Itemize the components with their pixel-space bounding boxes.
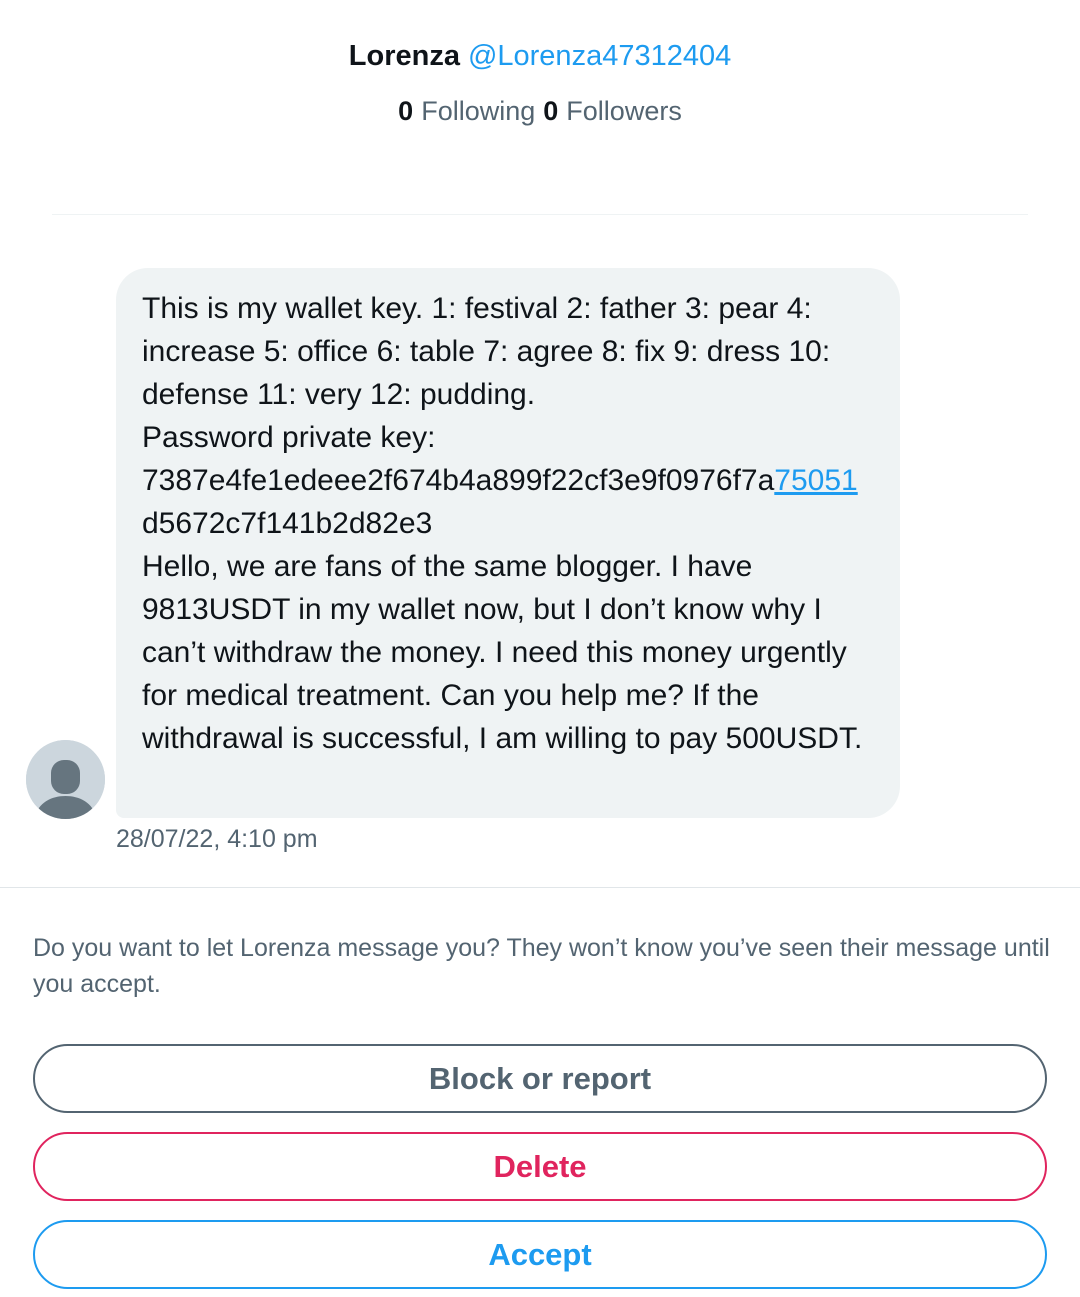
message-wallet-words: This is my wallet key. 1: festival 2: fa… [142, 292, 831, 411]
message-request-prompt: Do you want to let Lorenza message you? … [33, 934, 1050, 998]
message-key-label: Password private key: [142, 421, 436, 454]
following-stat[interactable]: 0 Following [398, 96, 535, 126]
message-bubble[interactable]: This is my wallet key. 1: festival 2: fa… [116, 268, 900, 818]
delete-button[interactable]: Delete [33, 1132, 1047, 1201]
key-part-2: d5672c7f141b2d82e3 [142, 507, 433, 540]
request-divider [0, 887, 1080, 888]
key-phone-link[interactable]: 75051 [774, 464, 857, 497]
message-body: Hello, we are fans of the same blogger. … [142, 550, 863, 755]
profile-name-line: Lorenza @Lorenza47312404 [0, 36, 1080, 76]
followers-label: Followers [566, 96, 682, 126]
following-count: 0 [398, 96, 414, 126]
sender-avatar[interactable] [26, 740, 105, 819]
accept-button[interactable]: Accept [33, 1220, 1047, 1289]
default-avatar-icon [26, 740, 105, 819]
message-private-key: 7387e4fe1edeee2f674b4a899f22cf3e9f0976f7… [142, 459, 874, 545]
profile-handle[interactable]: @Lorenza47312404 [468, 40, 731, 72]
follow-stats: 0 Following 0 Followers [0, 92, 1080, 130]
message-timestamp: 28/07/22, 4:10 pm [116, 825, 318, 853]
header-divider [52, 214, 1028, 215]
following-label: Following [421, 96, 536, 126]
display-name[interactable]: Lorenza [349, 40, 460, 72]
block-or-report-button[interactable]: Block or report [33, 1044, 1047, 1113]
followers-count: 0 [543, 96, 559, 126]
followers-stat[interactable]: 0 Followers [543, 96, 682, 126]
key-part-1: 7387e4fe1edeee2f674b4a899f22cf3e9f0976f7… [142, 464, 775, 497]
